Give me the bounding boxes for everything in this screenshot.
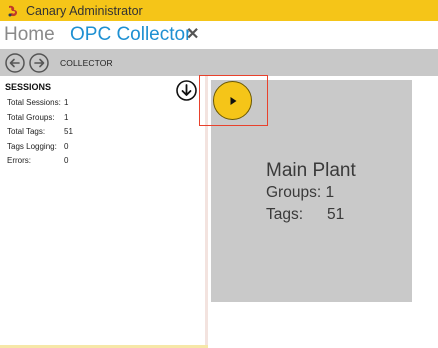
stat-label-tags-logging: Tags Logging: [7, 142, 57, 151]
tab-opc-collector[interactable]: OPC Collector [70, 24, 191, 46]
breadcrumb-collector: COLLECTOR [60, 57, 113, 68]
tab-row: Home OPC Collector ✕ [0, 21, 438, 49]
session-name: Main Plant [266, 160, 356, 181]
arrow-down-icon[interactable] [176, 80, 197, 101]
arrow-right-icon[interactable] [29, 52, 49, 73]
stat-label-total-sessions: Total Sessions: [7, 98, 61, 107]
stat-value-tags-logging: 0 [64, 142, 69, 151]
close-tab-button[interactable]: ✕ [186, 24, 199, 44]
sessions-title: SESSIONS [5, 82, 52, 92]
sessions-panel: SESSIONS Total Sessions: 1 Total Groups:… [0, 76, 206, 348]
stat-label-errors: Errors: [7, 156, 31, 165]
session-tags-value: 51 [327, 206, 345, 223]
stat-value-total-sessions: 1 [64, 98, 69, 107]
nav-bar: COLLECTOR [0, 49, 438, 76]
stat-label-total-tags: Total Tags: [7, 127, 46, 136]
session-groups: Groups: 1 [266, 184, 335, 201]
canary-logo-icon [3, 0, 23, 21]
stat-label-total-groups: Total Groups: [7, 113, 55, 122]
stat-value-total-groups: 1 [64, 113, 69, 122]
session-tags-label: Tags: [266, 206, 304, 223]
stat-value-errors: 0 [64, 156, 69, 165]
title-bar: Canary Administrator [0, 0, 438, 21]
play-button-highlight [199, 75, 268, 126]
app-title: Canary Administrator [26, 3, 143, 18]
tab-home[interactable]: Home [4, 24, 55, 46]
arrow-left-icon[interactable] [5, 52, 25, 73]
stat-value-total-tags: 51 [64, 127, 73, 136]
